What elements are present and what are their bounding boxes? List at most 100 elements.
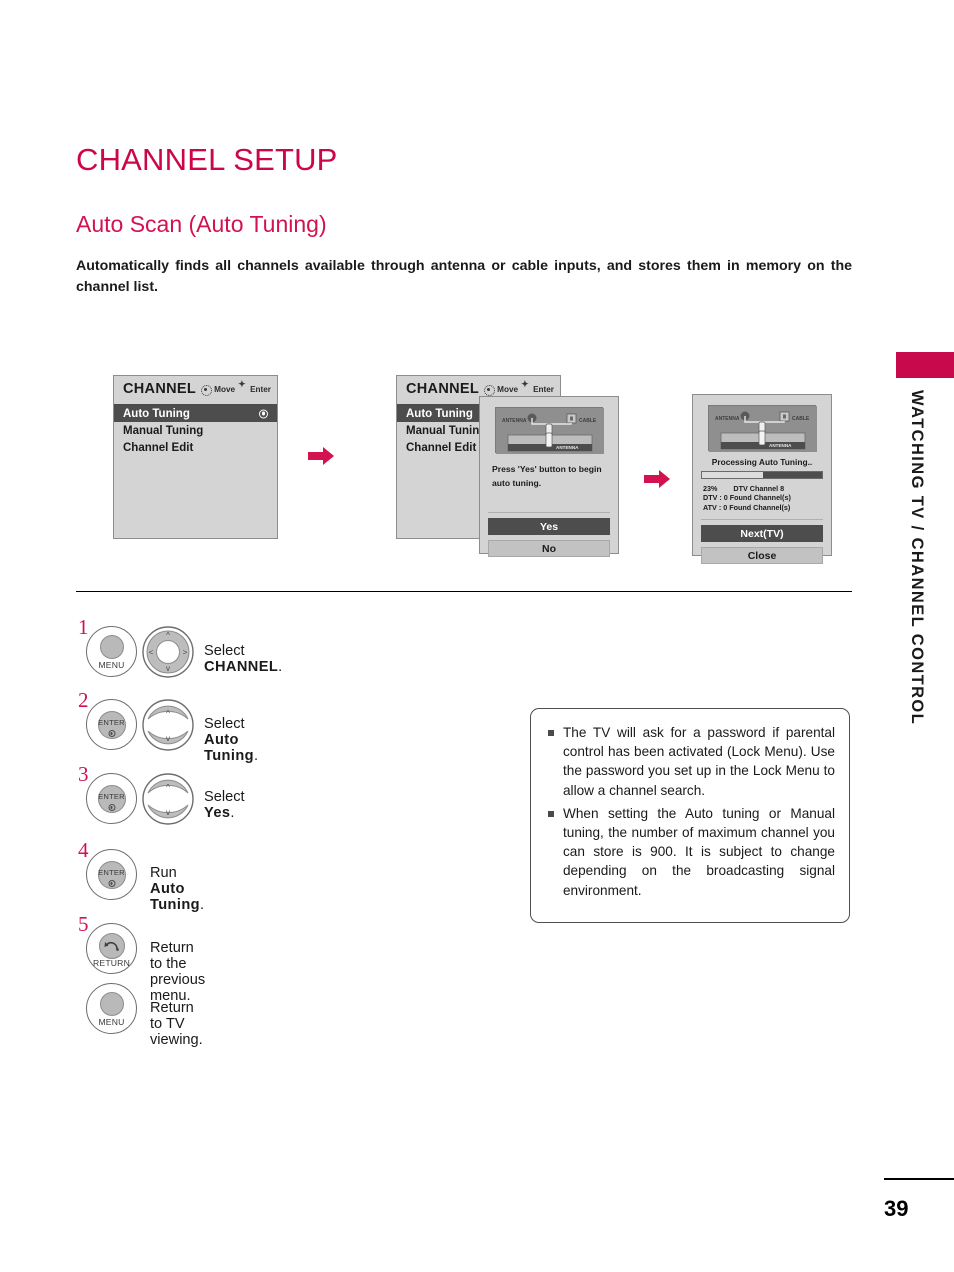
step-instruction-1: Select CHANNEL. bbox=[204, 643, 282, 675]
enter-button[interactable]: ENTER bbox=[86, 699, 137, 750]
progress-bar bbox=[701, 471, 823, 479]
osd-menu-title: CHANNEL bbox=[406, 381, 479, 397]
menu-button-label: MENU bbox=[98, 1017, 125, 1027]
osd-hint-bar: Move Enter bbox=[201, 379, 271, 396]
dialog-separator bbox=[701, 519, 823, 521]
step-text-prefix: Select bbox=[204, 716, 245, 732]
step-number: 1 bbox=[78, 615, 89, 639]
enter-dot-icon bbox=[108, 730, 115, 737]
osd-hint-enter-label: Enter bbox=[533, 385, 554, 394]
osd-item-label: Channel Edit bbox=[123, 441, 194, 454]
svg-text:ANTENNA: ANTENNA bbox=[556, 445, 579, 450]
osd-item-auto-tuning[interactable]: Auto Tuning bbox=[114, 405, 277, 422]
section-title: Auto Scan (Auto Tuning) bbox=[76, 211, 327, 237]
dpad-icon bbox=[484, 385, 496, 396]
enter-button[interactable]: ENTER bbox=[86, 773, 137, 824]
return-button[interactable]: RETURN bbox=[86, 923, 137, 974]
step-text-suffix: . bbox=[278, 659, 283, 675]
page-title: CHANNEL SETUP bbox=[76, 142, 338, 177]
enter-dot-icon bbox=[521, 379, 529, 393]
osd-menu-title: CHANNEL bbox=[123, 381, 196, 397]
step-number: 3 bbox=[78, 762, 89, 786]
osd-hint-bar: Move Enter bbox=[484, 379, 554, 396]
step-instruction-5: Return to the previous menu. bbox=[150, 940, 205, 1004]
enter-dot-icon bbox=[238, 379, 246, 393]
enter-dot-icon bbox=[108, 880, 115, 887]
svg-text:v: v bbox=[166, 808, 170, 817]
step-text-prefix: Select bbox=[204, 789, 245, 805]
enter-button-label: ENTER bbox=[98, 792, 125, 801]
svg-text:ANTENNA: ANTENNA bbox=[715, 416, 740, 422]
dpad-up-down-icon[interactable]: ^ v bbox=[142, 699, 194, 751]
antenna-cable-diagram-icon: ANTENNA CABLE ANTENNA bbox=[709, 406, 817, 452]
button-cap bbox=[100, 635, 124, 659]
svg-text:CABLE: CABLE bbox=[792, 416, 810, 422]
svg-text:^: ^ bbox=[166, 783, 170, 792]
antenna-cable-illustration: ANTENNA CABLE ANTENNA bbox=[495, 407, 604, 454]
no-button[interactable]: No bbox=[488, 540, 610, 557]
step-text-bold: CHANNEL bbox=[204, 659, 279, 675]
osd-item-manual-tuning[interactable]: Manual Tuning bbox=[114, 422, 277, 439]
osd-hint-move-label: Move bbox=[497, 385, 519, 394]
enter-button[interactable]: ENTER bbox=[86, 849, 137, 900]
svg-text:ANTENNA: ANTENNA bbox=[502, 418, 527, 424]
osd-panel-step1: CHANNEL Move Enter Auto Tuning Manual Tu… bbox=[113, 375, 278, 539]
yes-button[interactable]: Yes bbox=[488, 518, 610, 535]
step-text-prefix: Run bbox=[150, 865, 177, 881]
osd-item-label: Auto Tuning bbox=[123, 407, 190, 420]
svg-text:<: < bbox=[149, 648, 154, 657]
enter-button-label: ENTER bbox=[98, 868, 125, 877]
dpad-up-down-icon[interactable]: ^ v bbox=[142, 773, 194, 825]
step-text-bold: Auto Tuning bbox=[204, 732, 254, 764]
progress-percent: 23% bbox=[703, 484, 718, 493]
auto-tuning-confirm-dialog: ANTENNA CABLE ANTENNA Press 'Yes' button… bbox=[479, 396, 619, 557]
svg-text:>: > bbox=[183, 648, 188, 657]
return-arrow-icon bbox=[104, 941, 119, 951]
progress-dtv-found: DTV : 0 Found Channel(s) bbox=[703, 493, 791, 503]
antenna-cable-illustration: ANTENNA CABLE ANTENNA bbox=[708, 405, 817, 452]
notes-box: The TV will ask for a password if parent… bbox=[530, 708, 850, 923]
step-text-suffix: . bbox=[253, 748, 259, 764]
notes-list: The TV will ask for a password if parent… bbox=[547, 723, 835, 900]
antenna-cable-diagram-icon: ANTENNA CABLE ANTENNA bbox=[496, 408, 604, 454]
dpad-icon bbox=[201, 385, 213, 396]
menu-button[interactable]: MENU bbox=[86, 983, 137, 1034]
close-button[interactable]: Close bbox=[701, 547, 823, 565]
section-divider bbox=[76, 591, 852, 592]
note-item: The TV will ask for a password if parent… bbox=[547, 723, 835, 800]
svg-text:^: ^ bbox=[166, 709, 170, 718]
step-text-suffix: . bbox=[230, 805, 235, 821]
step-instruction-2: Select Auto Tuning. bbox=[204, 716, 258, 764]
flow-arrow-icon bbox=[308, 447, 334, 465]
auto-tuning-progress-dialog: ANTENNA CABLE ANTENNA Processing Auto Tu… bbox=[692, 394, 832, 565]
svg-text:v: v bbox=[166, 734, 170, 743]
osd-item-label: Auto Tuning bbox=[406, 407, 473, 420]
return-button-label: RETURN bbox=[92, 958, 130, 968]
osd-item-label: Manual Tuning bbox=[123, 424, 204, 437]
button-cap bbox=[100, 992, 124, 1016]
sidebar-color-tab bbox=[896, 352, 954, 378]
svg-text:v: v bbox=[166, 664, 170, 673]
menu-button-label: MENU bbox=[98, 660, 125, 670]
sidebar-section-label: WATCHING TV / CHANNEL CONTROL bbox=[908, 390, 926, 726]
step-number: 2 bbox=[78, 688, 89, 712]
progress-bar-fill bbox=[702, 472, 763, 478]
enter-dot-icon bbox=[108, 804, 115, 811]
step-text-prefix: Select bbox=[204, 643, 245, 659]
progress-current-channel: DTV Channel 8 bbox=[733, 484, 785, 493]
osd-hint-enter-label: Enter bbox=[250, 385, 271, 394]
next-tv-button[interactable]: Next(TV) bbox=[701, 525, 823, 543]
step-instruction-3: Select Yes. bbox=[204, 789, 245, 821]
dpad-four-way-icon[interactable]: ^ v < > bbox=[142, 626, 194, 678]
note-item: When setting the Auto tuning or Manual t… bbox=[547, 804, 835, 900]
page-number-rule bbox=[884, 1178, 954, 1180]
step-text-bold: Yes bbox=[204, 805, 231, 821]
osd-hint-move-label: Move bbox=[214, 385, 236, 394]
menu-button[interactable]: MENU bbox=[86, 626, 137, 677]
step-text-bold: Auto Tuning bbox=[150, 881, 200, 913]
intro-paragraph: Automatically finds all channels availab… bbox=[76, 258, 852, 295]
flow-arrow-icon bbox=[644, 470, 670, 488]
osd-item-channel-edit[interactable]: Channel Edit bbox=[114, 439, 277, 456]
svg-text:^: ^ bbox=[166, 631, 170, 640]
step-text-prefix: Return to the previous menu. bbox=[150, 940, 206, 1004]
